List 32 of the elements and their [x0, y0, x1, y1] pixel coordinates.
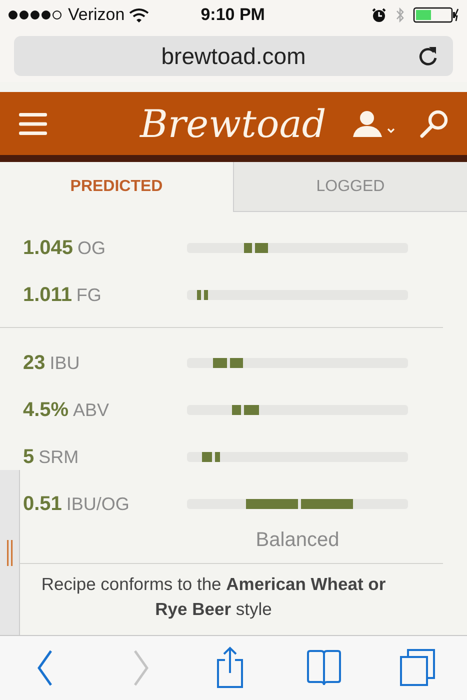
- signal-icon: [8, 8, 64, 22]
- status-time: 9:10 PM: [200, 4, 265, 26]
- site-logo: Brewtoad: [140, 101, 326, 148]
- metric-unit: ABV: [73, 400, 110, 420]
- style-note: Recipe conforms to the American Wheat or Rye Beer style: [40, 573, 387, 622]
- menu-icon[interactable]: [18, 112, 48, 136]
- metric-unit: IBU/OG: [66, 494, 130, 514]
- metric-value: 1.011: [23, 284, 72, 306]
- range-fill: [246, 498, 300, 508]
- url-text: brewtoad.com: [161, 42, 306, 71]
- search-icon[interactable]: [419, 108, 449, 138]
- metric-value: 0.51: [23, 492, 62, 514]
- address-field[interactable]: brewtoad.com: [14, 36, 453, 76]
- grip-icon: [6, 540, 14, 566]
- carrier-label: Verizon: [68, 4, 125, 26]
- balance-caption: Balanced: [254, 528, 340, 553]
- range-fill: [299, 498, 352, 508]
- metric-unit: SRM: [38, 446, 79, 466]
- reload-icon[interactable]: [417, 45, 439, 67]
- bluetooth-icon: [395, 6, 405, 24]
- metric-unit: FG: [76, 284, 102, 304]
- wifi-icon: [128, 8, 149, 22]
- metric-unit: OG: [78, 238, 106, 258]
- metric-value: 1.045: [23, 236, 74, 258]
- metric-unit: IBU: [50, 352, 80, 372]
- metric-value: 23: [23, 352, 46, 374]
- tab[interactable]: LOGGED: [233, 162, 467, 212]
- metric-value: 4.5%: [23, 398, 69, 420]
- drawer-handle[interactable]: [0, 470, 20, 635]
- battery-icon: [413, 7, 459, 23]
- metric-value: 5: [23, 446, 34, 468]
- alarm-icon: [371, 7, 387, 23]
